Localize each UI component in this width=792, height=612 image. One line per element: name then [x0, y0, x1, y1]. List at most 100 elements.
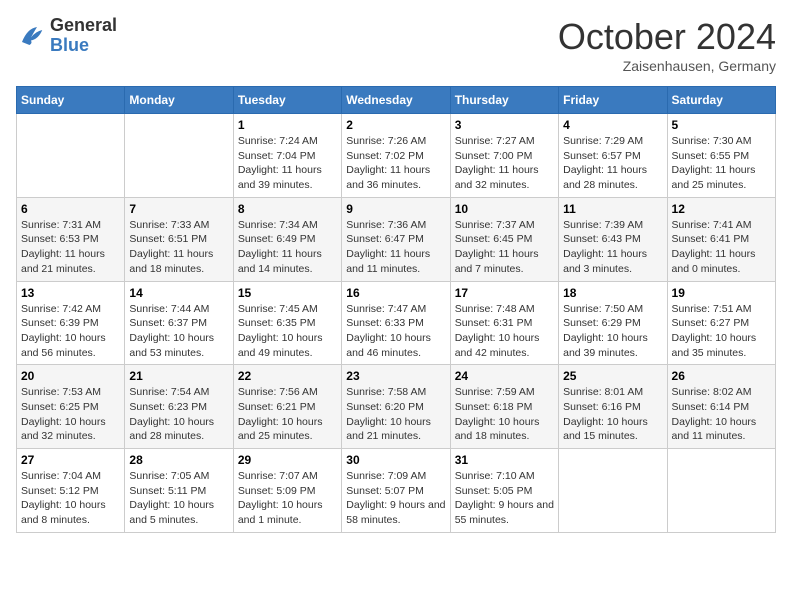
day-info: Sunrise: 7:39 AM Sunset: 6:43 PM Dayligh… [563, 218, 662, 277]
day-number: 2 [346, 118, 445, 132]
calendar-table: SundayMondayTuesdayWednesdayThursdayFrid… [16, 86, 776, 533]
calendar-week-row: 20 Sunrise: 7:53 AM Sunset: 6:25 PM Dayli… [17, 365, 776, 449]
title-block: October 2024 Zaisenhausen, Germany [558, 16, 776, 74]
weekday-header: Saturday [667, 87, 775, 114]
calendar-cell: 2 Sunrise: 7:26 AM Sunset: 7:02 PM Daylig… [342, 114, 450, 198]
logo-icon [16, 21, 46, 51]
weekday-header-row: SundayMondayTuesdayWednesdayThursdayFrid… [17, 87, 776, 114]
calendar-cell: 15 Sunrise: 7:45 AM Sunset: 6:35 PM Dayli… [233, 281, 341, 365]
day-info: Sunrise: 7:27 AM Sunset: 7:00 PM Dayligh… [455, 134, 554, 193]
weekday-header: Wednesday [342, 87, 450, 114]
day-number: 11 [563, 202, 662, 216]
day-info: Sunrise: 7:51 AM Sunset: 6:27 PM Dayligh… [672, 302, 771, 361]
day-info: Sunrise: 7:45 AM Sunset: 6:35 PM Dayligh… [238, 302, 337, 361]
weekday-header: Monday [125, 87, 233, 114]
calendar-cell [125, 114, 233, 198]
day-number: 27 [21, 453, 120, 467]
day-number: 3 [455, 118, 554, 132]
calendar-cell: 30 Sunrise: 7:09 AM Sunset: 5:07 PM Dayli… [342, 449, 450, 533]
day-info: Sunrise: 7:05 AM Sunset: 5:11 PM Dayligh… [129, 469, 228, 528]
day-info: Sunrise: 7:56 AM Sunset: 6:21 PM Dayligh… [238, 385, 337, 444]
calendar-cell: 14 Sunrise: 7:44 AM Sunset: 6:37 PM Dayli… [125, 281, 233, 365]
day-info: Sunrise: 7:44 AM Sunset: 6:37 PM Dayligh… [129, 302, 228, 361]
page-header: General Blue October 2024 Zaisenhausen, … [16, 16, 776, 74]
calendar-cell: 24 Sunrise: 7:59 AM Sunset: 6:18 PM Dayli… [450, 365, 558, 449]
day-number: 28 [129, 453, 228, 467]
day-info: Sunrise: 7:50 AM Sunset: 6:29 PM Dayligh… [563, 302, 662, 361]
day-number: 13 [21, 286, 120, 300]
day-number: 20 [21, 369, 120, 383]
day-number: 14 [129, 286, 228, 300]
day-number: 18 [563, 286, 662, 300]
logo-text: General Blue [50, 16, 117, 56]
day-info: Sunrise: 7:34 AM Sunset: 6:49 PM Dayligh… [238, 218, 337, 277]
location: Zaisenhausen, Germany [558, 58, 776, 74]
day-number: 9 [346, 202, 445, 216]
calendar-cell: 20 Sunrise: 7:53 AM Sunset: 6:25 PM Dayli… [17, 365, 125, 449]
calendar-week-row: 1 Sunrise: 7:24 AM Sunset: 7:04 PM Daylig… [17, 114, 776, 198]
day-number: 15 [238, 286, 337, 300]
day-number: 25 [563, 369, 662, 383]
day-info: Sunrise: 7:47 AM Sunset: 6:33 PM Dayligh… [346, 302, 445, 361]
day-info: Sunrise: 7:53 AM Sunset: 6:25 PM Dayligh… [21, 385, 120, 444]
day-info: Sunrise: 8:02 AM Sunset: 6:14 PM Dayligh… [672, 385, 771, 444]
calendar-cell: 10 Sunrise: 7:37 AM Sunset: 6:45 PM Dayli… [450, 197, 558, 281]
calendar-cell: 4Sunrise: 7:29 AM Sunset: 6:57 PM Daylig… [559, 114, 667, 198]
month-title: October 2024 [558, 16, 776, 58]
calendar-cell: 5Sunrise: 7:30 AM Sunset: 6:55 PM Daylig… [667, 114, 775, 198]
day-info: Sunrise: 7:26 AM Sunset: 7:02 PM Dayligh… [346, 134, 445, 193]
calendar-cell: 12 Sunrise: 7:41 AM Sunset: 6:41 PM Dayli… [667, 197, 775, 281]
calendar-cell: 26 Sunrise: 8:02 AM Sunset: 6:14 PM Dayli… [667, 365, 775, 449]
day-number: 31 [455, 453, 554, 467]
calendar-week-row: 6Sunrise: 7:31 AM Sunset: 6:53 PM Daylig… [17, 197, 776, 281]
day-info: Sunrise: 7:33 AM Sunset: 6:51 PM Dayligh… [129, 218, 228, 277]
calendar-cell: 23Sunrise: 7:58 AM Sunset: 6:20 PM Dayli… [342, 365, 450, 449]
calendar-week-row: 13 Sunrise: 7:42 AM Sunset: 6:39 PM Dayli… [17, 281, 776, 365]
day-number: 1 [238, 118, 337, 132]
calendar-cell: 28 Sunrise: 7:05 AM Sunset: 5:11 PM Dayli… [125, 449, 233, 533]
day-info: Sunrise: 7:09 AM Sunset: 5:07 PM Dayligh… [346, 469, 445, 528]
day-info: Sunrise: 7:10 AM Sunset: 5:05 PM Dayligh… [455, 469, 554, 528]
day-number: 26 [672, 369, 771, 383]
logo: General Blue [16, 16, 117, 56]
day-number: 12 [672, 202, 771, 216]
logo-general: General [50, 16, 117, 36]
day-info: Sunrise: 7:24 AM Sunset: 7:04 PM Dayligh… [238, 134, 337, 193]
calendar-week-row: 27 Sunrise: 7:04 AM Sunset: 5:12 PM Dayli… [17, 449, 776, 533]
day-info: Sunrise: 8:01 AM Sunset: 6:16 PM Dayligh… [563, 385, 662, 444]
weekday-header: Tuesday [233, 87, 341, 114]
day-info: Sunrise: 7:41 AM Sunset: 6:41 PM Dayligh… [672, 218, 771, 277]
weekday-header: Sunday [17, 87, 125, 114]
calendar-cell: 3 Sunrise: 7:27 AM Sunset: 7:00 PM Daylig… [450, 114, 558, 198]
day-info: Sunrise: 7:42 AM Sunset: 6:39 PM Dayligh… [21, 302, 120, 361]
day-number: 16 [346, 286, 445, 300]
calendar-cell: 11 Sunrise: 7:39 AM Sunset: 6:43 PM Dayli… [559, 197, 667, 281]
day-info: Sunrise: 7:36 AM Sunset: 6:47 PM Dayligh… [346, 218, 445, 277]
calendar-cell: 29Sunrise: 7:07 AM Sunset: 5:09 PM Dayli… [233, 449, 341, 533]
calendar-cell: 8Sunrise: 7:34 AM Sunset: 6:49 PM Daylig… [233, 197, 341, 281]
day-number: 4 [563, 118, 662, 132]
day-info: Sunrise: 7:58 AM Sunset: 6:20 PM Dayligh… [346, 385, 445, 444]
calendar-cell: 16 Sunrise: 7:47 AM Sunset: 6:33 PM Dayli… [342, 281, 450, 365]
day-info: Sunrise: 7:54 AM Sunset: 6:23 PM Dayligh… [129, 385, 228, 444]
calendar-cell: 25 Sunrise: 8:01 AM Sunset: 6:16 PM Dayli… [559, 365, 667, 449]
calendar-cell: 7 Sunrise: 7:33 AM Sunset: 6:51 PM Daylig… [125, 197, 233, 281]
day-number: 22 [238, 369, 337, 383]
day-info: Sunrise: 7:37 AM Sunset: 6:45 PM Dayligh… [455, 218, 554, 277]
calendar-cell: 9 Sunrise: 7:36 AM Sunset: 6:47 PM Daylig… [342, 197, 450, 281]
day-info: Sunrise: 7:59 AM Sunset: 6:18 PM Dayligh… [455, 385, 554, 444]
day-info: Sunrise: 7:04 AM Sunset: 5:12 PM Dayligh… [21, 469, 120, 528]
weekday-header: Friday [559, 87, 667, 114]
calendar-cell: 6Sunrise: 7:31 AM Sunset: 6:53 PM Daylig… [17, 197, 125, 281]
calendar-cell: 27 Sunrise: 7:04 AM Sunset: 5:12 PM Dayli… [17, 449, 125, 533]
day-number: 24 [455, 369, 554, 383]
day-number: 7 [129, 202, 228, 216]
calendar-cell: 13 Sunrise: 7:42 AM Sunset: 6:39 PM Dayli… [17, 281, 125, 365]
day-number: 30 [346, 453, 445, 467]
day-info: Sunrise: 7:48 AM Sunset: 6:31 PM Dayligh… [455, 302, 554, 361]
day-number: 10 [455, 202, 554, 216]
calendar-cell [17, 114, 125, 198]
calendar-cell: 22 Sunrise: 7:56 AM Sunset: 6:21 PM Dayli… [233, 365, 341, 449]
day-info: Sunrise: 7:31 AM Sunset: 6:53 PM Dayligh… [21, 218, 120, 277]
day-info: Sunrise: 7:30 AM Sunset: 6:55 PM Dayligh… [672, 134, 771, 193]
